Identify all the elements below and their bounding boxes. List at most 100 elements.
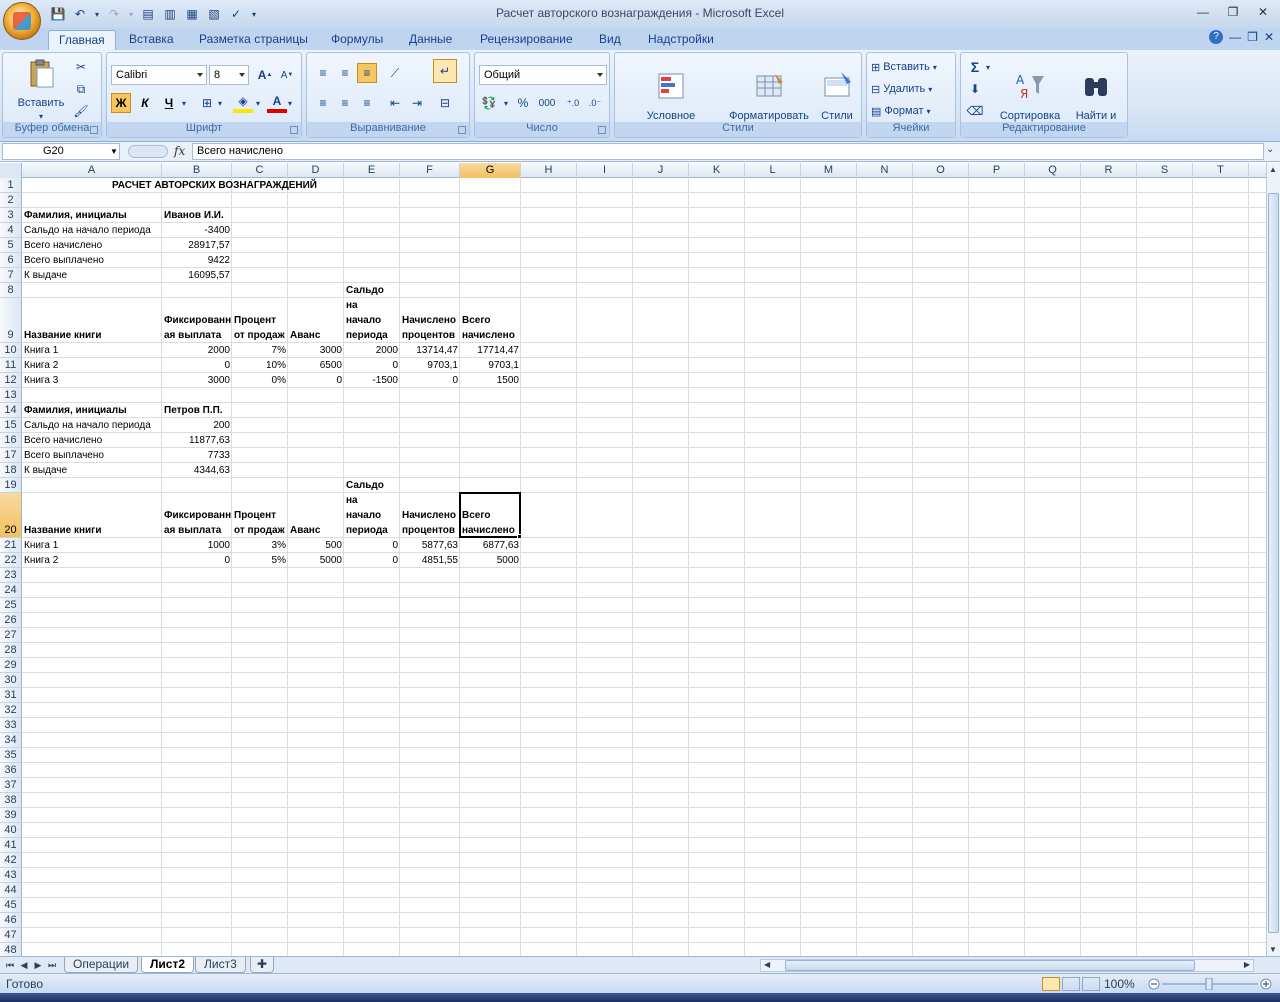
summary-value-cell[interactable]: 4344,63 [162, 463, 232, 478]
row-header[interactable]: 37 [0, 778, 22, 793]
row-header[interactable]: 42 [0, 853, 22, 868]
table-header-cell[interactable]: Сальдо на начало периода [344, 480, 400, 538]
zoom-slider[interactable] [1148, 978, 1272, 990]
zoom-level[interactable]: 100% [1104, 977, 1135, 991]
tab-home[interactable]: Главная [48, 30, 116, 50]
scroll-up-icon[interactable]: ▲ [1269, 165, 1277, 174]
column-header[interactable]: F [400, 163, 460, 178]
column-header[interactable]: H [521, 163, 577, 178]
row-header[interactable]: 32 [0, 703, 22, 718]
column-header[interactable]: I [577, 163, 633, 178]
book-name-cell[interactable]: Книга 2 [22, 553, 162, 568]
workbook-restore-icon[interactable]: ❐ [1247, 30, 1258, 44]
cut-icon[interactable]: ✂ [71, 57, 91, 77]
row-header[interactable]: 26 [0, 613, 22, 628]
expand-formula-bar-icon[interactable]: ⌄ [1266, 144, 1274, 155]
scroll-left-icon[interactable]: ◀ [764, 960, 770, 969]
table-header-cell[interactable]: Фиксированн ая выплата [162, 493, 232, 538]
row-header[interactable]: 35 [0, 748, 22, 763]
tab-view[interactable]: Вид [589, 30, 631, 50]
summary-label-cell[interactable]: Сальдо на начало периода [22, 223, 162, 238]
column-header[interactable]: P [969, 163, 1025, 178]
italic-button[interactable]: К [135, 93, 155, 113]
table-value-cell[interactable]: 500 [288, 538, 344, 553]
increase-decimal-icon[interactable]: ⁺.0 [563, 93, 583, 113]
header-book-name[interactable]: Название книги [22, 493, 162, 538]
alignment-expand-icon[interactable] [458, 126, 466, 134]
summary-label-cell[interactable]: Сальдо на начало периода [22, 418, 162, 433]
font-name-select[interactable]: Calibri [111, 65, 207, 85]
align-left-icon[interactable]: ≡ [313, 93, 333, 113]
select-all-button[interactable] [0, 163, 22, 178]
book-name-cell[interactable]: Книга 1 [22, 343, 162, 358]
number-format-select[interactable]: Общий [479, 65, 607, 85]
align-right-icon[interactable]: ≡ [357, 93, 377, 113]
row-header[interactable]: 41 [0, 838, 22, 853]
table-value-cell[interactable]: 0 [162, 358, 232, 373]
table-value-cell[interactable]: 1500 [460, 373, 521, 388]
book-name-cell[interactable]: Книга 3 [22, 373, 162, 388]
currency-dropdown-icon[interactable]: ▾ [501, 93, 511, 113]
row-header[interactable]: 25 [0, 598, 22, 613]
column-header[interactable]: G [460, 163, 521, 178]
orientation-icon[interactable]: ⟋ [385, 63, 405, 83]
clear-icon[interactable]: ⌫ [965, 101, 985, 121]
table-value-cell[interactable]: 17714,47 [460, 343, 521, 358]
summary-value-cell[interactable]: -3400 [162, 223, 232, 238]
borders-dropdown-icon[interactable]: ▾ [215, 93, 225, 113]
next-sheet-icon[interactable]: ▶ [32, 958, 44, 972]
row-header[interactable]: 46 [0, 913, 22, 928]
workbook-minimize-icon[interactable]: — [1229, 30, 1241, 44]
summary-label-cell[interactable]: К выдаче [22, 268, 162, 283]
row-header[interactable]: 15 [0, 418, 22, 433]
column-header[interactable]: R [1081, 163, 1137, 178]
row-header[interactable]: 7 [0, 268, 22, 283]
table-value-cell[interactable]: 10% [232, 358, 288, 373]
column-header[interactable]: Q [1025, 163, 1081, 178]
decrease-indent-icon[interactable]: ⇤ [385, 93, 405, 113]
row-header[interactable]: 28 [0, 643, 22, 658]
row-header[interactable]: 48 [0, 943, 22, 956]
table-header-cell[interactable]: Всего начислено [460, 298, 521, 343]
row-header[interactable]: 10 [0, 343, 22, 358]
font-size-select[interactable]: 8 [209, 65, 249, 85]
row-header[interactable]: 29 [0, 658, 22, 673]
table-value-cell[interactable]: -1500 [344, 373, 400, 388]
row-header[interactable]: 2 [0, 193, 22, 208]
format-painter-icon[interactable]: 🖌 [71, 101, 91, 121]
row-header[interactable]: 14 [0, 403, 22, 418]
paste-button[interactable]: Вставить ▾ [11, 57, 71, 123]
row-header[interactable]: 45 [0, 898, 22, 913]
table-value-cell[interactable]: 0 [344, 538, 400, 553]
summary-value-cell[interactable]: 16095,57 [162, 268, 232, 283]
summary-value-cell[interactable]: 200 [162, 418, 232, 433]
row-header[interactable]: 27 [0, 628, 22, 643]
autosum-dropdown-icon[interactable]: ▾ [983, 57, 993, 77]
row-header[interactable]: 22 [0, 553, 22, 568]
table-header-cell[interactable]: Фиксированн ая выплата [162, 298, 232, 343]
fill-icon[interactable]: ⬇ [965, 79, 985, 99]
fill-handle[interactable] [517, 534, 522, 539]
summary-label-cell[interactable]: Всего начислено [22, 433, 162, 448]
row-header[interactable]: 21 [0, 538, 22, 553]
align-top-icon[interactable]: ≡ [313, 63, 333, 83]
column-header[interactable]: S [1137, 163, 1193, 178]
minimize-button[interactable]: — [1190, 2, 1216, 22]
column-header[interactable]: L [745, 163, 801, 178]
table-header-cell[interactable]: Начислено процентов [400, 493, 460, 538]
row-header[interactable]: 12 [0, 373, 22, 388]
horizontal-scroll-thumb[interactable] [785, 960, 1195, 971]
sheet-tab-operations[interactable]: Операции [64, 957, 139, 973]
font-color-dropdown-icon[interactable]: ▾ [285, 93, 295, 113]
summary-value-cell[interactable]: 9422 [162, 253, 232, 268]
restore-button[interactable]: ❐ [1220, 2, 1246, 22]
worksheet-grid[interactable]: ABCDEFGHIJKLMNOPQRST 1 2 3 4 5 6 7 8 9 10 11 12 13 14… [0, 163, 1266, 956]
help-icon[interactable]: ? [1209, 30, 1224, 44]
book-name-cell[interactable]: Книга 2 [22, 358, 162, 373]
table-value-cell[interactable]: 6500 [288, 358, 344, 373]
column-header[interactable]: J [633, 163, 689, 178]
row-header[interactable]: 47 [0, 928, 22, 943]
table-value-cell[interactable]: 0% [232, 373, 288, 388]
tab-data[interactable]: Данные [399, 30, 462, 50]
formula-input[interactable]: Всего начислено [192, 143, 1264, 160]
